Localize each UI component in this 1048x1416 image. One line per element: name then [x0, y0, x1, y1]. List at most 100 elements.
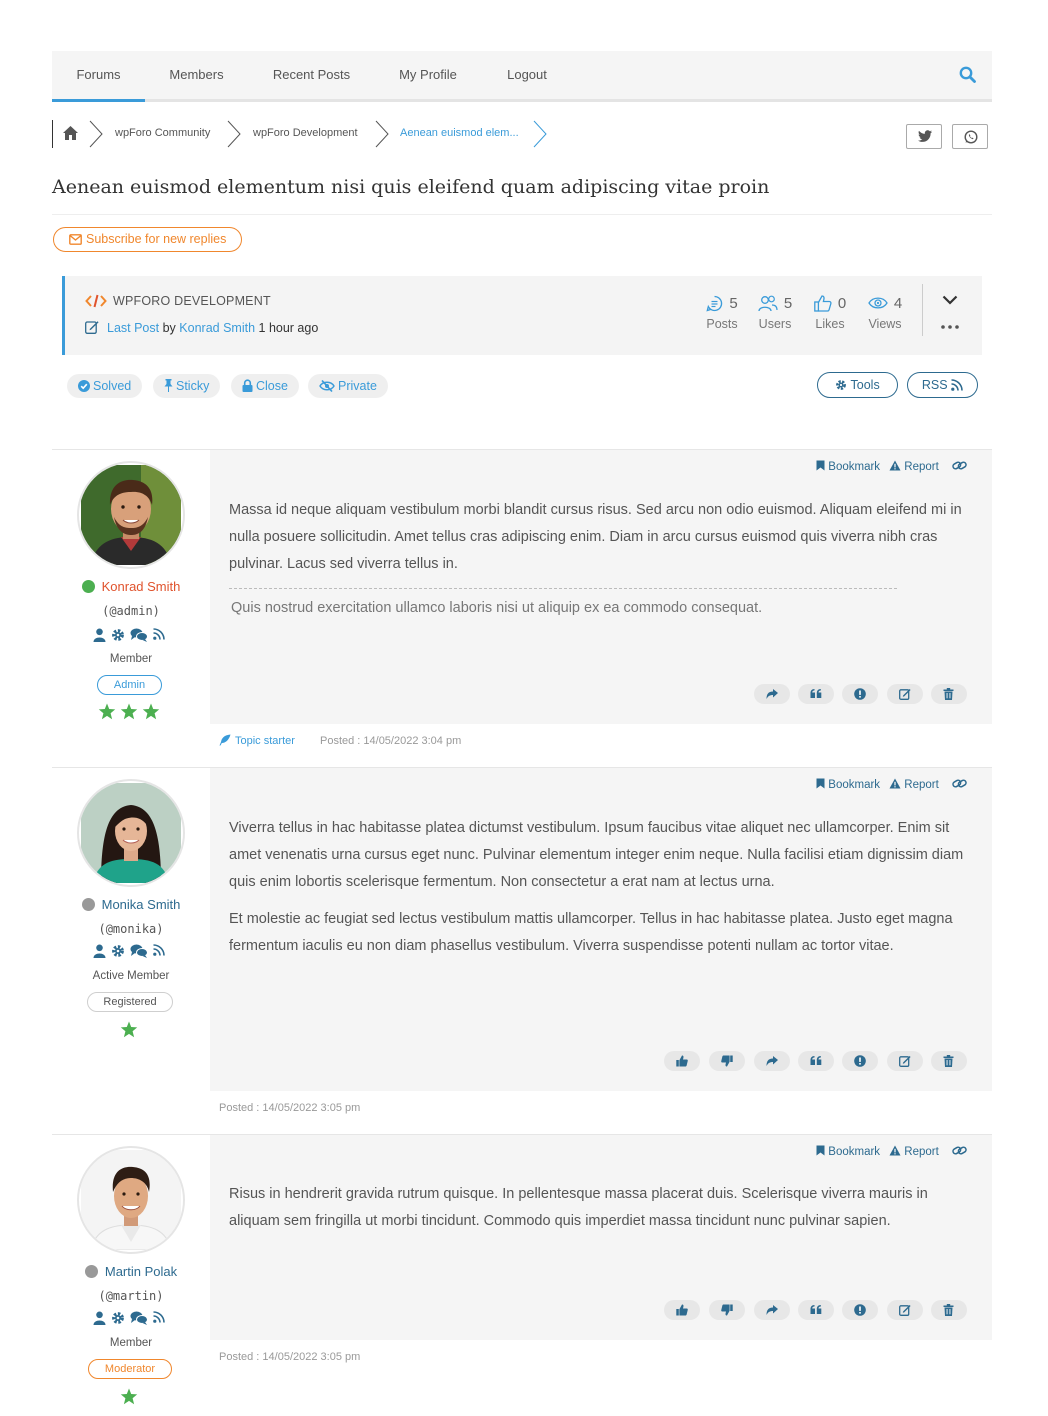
- reply-button[interactable]: [754, 1300, 790, 1320]
- avatar[interactable]: [77, 779, 185, 887]
- comments-icon[interactable]: [130, 628, 148, 642]
- post-meta: Posted : 14/05/2022 3:05 pm: [219, 1102, 360, 1114]
- posted-date: Posted : 14/05/2022 3:04 pm: [319, 735, 462, 747]
- star-icon: [120, 1021, 138, 1038]
- avatar[interactable]: [77, 461, 185, 569]
- tag-close[interactable]: Close: [231, 374, 299, 398]
- tag-solved-label: Solved: [93, 379, 132, 393]
- report-post-button[interactable]: [842, 1300, 878, 1320]
- report-post-button[interactable]: [842, 1051, 878, 1071]
- report-button[interactable]: Report: [889, 1145, 939, 1158]
- report-post-button[interactable]: [842, 684, 878, 704]
- title-divider: [52, 214, 992, 215]
- forum-category[interactable]: WPFORO DEVELOPMENT: [113, 294, 271, 308]
- subscribe-button[interactable]: Subscribe for new replies: [53, 227, 243, 252]
- chevron-down-icon[interactable]: [942, 295, 958, 305]
- delete-button[interactable]: [931, 684, 967, 704]
- post-meta: Posted : 14/05/2022 3:05 pm: [219, 1351, 360, 1363]
- comments-icon[interactable]: [130, 944, 148, 958]
- home-icon[interactable]: [63, 126, 78, 140]
- rss-icon[interactable]: [153, 1311, 165, 1323]
- edit-button[interactable]: [887, 1051, 923, 1071]
- report-button[interactable]: Report: [889, 460, 939, 473]
- comments-icon[interactable]: [130, 1311, 148, 1325]
- bookmark-button[interactable]: Bookmark: [816, 1145, 880, 1158]
- gear-icon[interactable]: [111, 628, 125, 642]
- last-post-link[interactable]: Last Post: [107, 321, 159, 335]
- user-icon[interactable]: [93, 628, 106, 642]
- tag-sticky-label: Sticky: [176, 379, 210, 393]
- delete-button[interactable]: [931, 1051, 967, 1071]
- rating-stars: [52, 1388, 210, 1406]
- edit-button[interactable]: [887, 1300, 923, 1320]
- tag-private-label: Private: [338, 379, 377, 393]
- user-icon[interactable]: [93, 1311, 106, 1325]
- author-icon-row: [93, 944, 173, 958]
- nav-forums[interactable]: Forums: [52, 51, 145, 102]
- post-paragraph: Viverra tellus in hac habitasse platea d…: [229, 820, 964, 890]
- pin-icon: [164, 379, 173, 392]
- author-handle: (@monika): [98, 922, 164, 936]
- rss-button[interactable]: RSS: [907, 372, 978, 398]
- twitter-share-button[interactable]: [906, 124, 942, 149]
- report-button[interactable]: Report: [889, 778, 939, 791]
- reply-button[interactable]: [754, 1051, 790, 1071]
- delete-button[interactable]: [931, 1300, 967, 1320]
- topic-title: Aenean euismod elementum nisi quis eleif…: [52, 176, 770, 198]
- like-button[interactable]: [664, 1051, 700, 1071]
- link-icon[interactable]: [952, 778, 970, 791]
- quote-button[interactable]: [798, 1051, 834, 1071]
- author-name[interactable]: Monika Smith: [102, 897, 181, 912]
- offline-status-dot: [84, 1265, 98, 1278]
- author-name[interactable]: Konrad Smith: [102, 579, 181, 594]
- more-options-icon[interactable]: [940, 324, 960, 330]
- user-icon[interactable]: [93, 944, 106, 958]
- quote-button[interactable]: [798, 1300, 834, 1320]
- link-icon[interactable]: [952, 460, 970, 473]
- tools-button[interactable]: Tools: [817, 372, 898, 398]
- stat-posts: 5 Posts: [692, 292, 752, 332]
- breadcrumb-item-development[interactable]: wpForo Development: [253, 127, 358, 139]
- twitter-icon: [918, 130, 932, 142]
- nav-members[interactable]: Members: [145, 51, 248, 99]
- bookmark-button[interactable]: Bookmark: [816, 778, 880, 791]
- nav-recent-posts[interactable]: Recent Posts: [248, 51, 375, 99]
- quote-button[interactable]: [798, 684, 834, 704]
- posts-icon: [706, 295, 723, 311]
- panel-divider: [922, 284, 923, 336]
- stat-users: 5 Users: [745, 292, 805, 331]
- nav-logout[interactable]: Logout: [481, 51, 573, 99]
- tag-solved[interactable]: Solved: [67, 374, 143, 398]
- search-icon[interactable]: [959, 66, 976, 83]
- post-content: Bookmark Report Risus in hendrerit gravi…: [210, 1135, 992, 1340]
- post-item: Martin Polak (@martin) Member Moderator …: [52, 1134, 992, 1416]
- post-content: Bookmark Report Viverra tellus in hac ha…: [210, 768, 992, 1091]
- bookmark-icon: [816, 460, 825, 471]
- dislike-button[interactable]: [709, 1300, 745, 1320]
- trash-icon: [943, 1055, 954, 1067]
- quote-icon: [810, 1056, 822, 1065]
- bookmark-button[interactable]: Bookmark: [816, 460, 880, 473]
- breadcrumb-item-community[interactable]: wpForo Community: [115, 127, 210, 139]
- avatar[interactable]: [77, 1146, 185, 1254]
- nav-my-profile[interactable]: My Profile: [375, 51, 481, 99]
- rss-icon[interactable]: [153, 944, 165, 956]
- author-title: Member: [109, 1337, 153, 1349]
- gear-icon[interactable]: [111, 1311, 125, 1325]
- last-post-author[interactable]: Konrad Smith: [179, 321, 255, 335]
- gear-icon[interactable]: [111, 944, 125, 958]
- tag-close-label: Close: [256, 379, 288, 393]
- like-button[interactable]: [664, 1300, 700, 1320]
- reply-button[interactable]: [754, 684, 790, 704]
- tag-private[interactable]: Private: [308, 374, 388, 398]
- rss-icon[interactable]: [153, 628, 165, 640]
- author-name[interactable]: Martin Polak: [105, 1264, 177, 1279]
- tag-sticky[interactable]: Sticky: [153, 374, 221, 398]
- whatsapp-icon: [964, 130, 978, 144]
- link-icon[interactable]: [952, 1145, 970, 1158]
- post-paragraph: Risus in hendrerit gravida rutrum quisqu…: [229, 1186, 928, 1229]
- dislike-button[interactable]: [709, 1051, 745, 1071]
- whatsapp-share-button[interactable]: [952, 124, 988, 149]
- last-post-time: 1 hour ago: [258, 321, 319, 335]
- edit-button[interactable]: [887, 684, 923, 704]
